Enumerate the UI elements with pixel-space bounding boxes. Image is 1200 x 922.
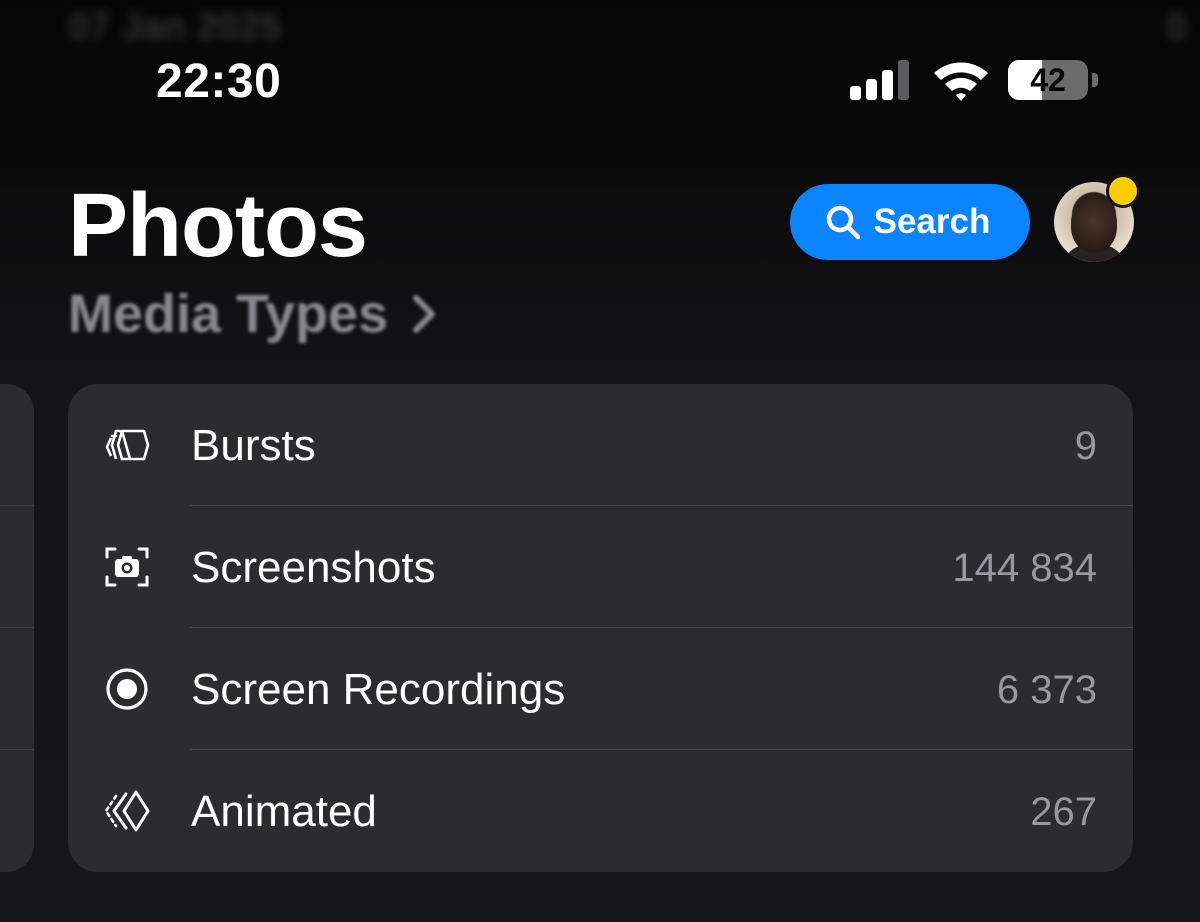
bursts-icon (105, 429, 150, 461)
battery-icon: 42 (1008, 60, 1098, 100)
list-item-count: 6 373 (996, 668, 1097, 712)
list-item-animated[interactable]: Animated 267 (68, 750, 1133, 872)
page-title: Photos (68, 176, 368, 276)
list-item-label: Screen Recordings (191, 665, 566, 714)
screen-recording-icon (106, 668, 148, 710)
list-item-label: Bursts (191, 421, 316, 470)
status-time: 22:30 (156, 55, 282, 108)
chevron-right-icon (413, 295, 436, 333)
search-button[interactable]: Search (790, 184, 1030, 260)
list-item-label: Screenshots (191, 543, 436, 592)
list-item-count: 267 (1030, 790, 1097, 834)
battery-percent: 42 (1030, 62, 1066, 98)
section-header-media-types[interactable]: Media Types (68, 282, 440, 346)
media-types-list: Bursts 9 Screenshots 144 834 Screen Reco… (68, 384, 1133, 872)
list-item-bursts[interactable]: Bursts 9 (68, 384, 1133, 506)
wifi-icon (934, 62, 988, 101)
adjacent-card[interactable] (0, 384, 34, 872)
background-date-text-right: 0 (1166, 6, 1188, 48)
cellular-signal-icon (850, 60, 914, 100)
screenshot-icon (105, 547, 149, 587)
section-header-label: Media Types (68, 284, 389, 344)
notification-badge (1106, 174, 1140, 208)
photos-app-screen: 07 Jan 2025 0 22:30 42 Photos Media Type… (0, 0, 1200, 922)
list-item-screenshots[interactable]: Screenshots 144 834 (68, 506, 1133, 628)
status-icons: 42 (850, 58, 1100, 102)
background-date-text: 07 Jan 2025 (68, 6, 282, 48)
search-icon (826, 205, 860, 240)
list-item-count: 144 834 (952, 546, 1097, 590)
animated-icon (104, 790, 150, 832)
search-button-label: Search (873, 202, 991, 241)
list-item-count: 9 (1074, 424, 1097, 468)
list-item-screen-recordings[interactable]: Screen Recordings 6 373 (68, 628, 1133, 750)
list-item-label: Animated (191, 787, 377, 836)
